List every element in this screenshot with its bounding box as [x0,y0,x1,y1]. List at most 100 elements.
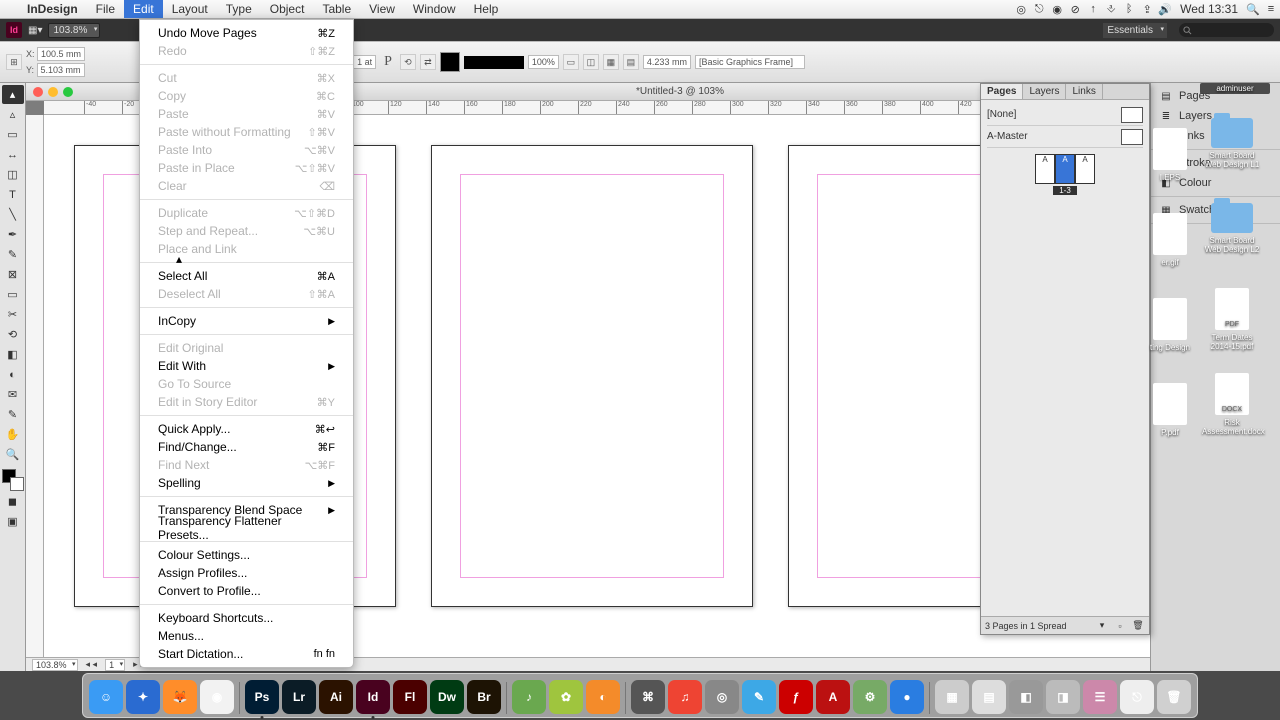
menu-item-quick-apply-[interactable]: Quick Apply...⌘↩ [140,420,353,438]
page-2[interactable] [431,145,753,607]
dock-app2[interactable]: ✿ [549,680,583,714]
gap-tool[interactable]: ↔ [2,145,24,164]
tool-icon[interactable]: ⇄ [420,54,436,70]
dock-ai[interactable]: Ai [319,680,353,714]
minimize-button[interactable] [48,87,58,97]
pencil-tool[interactable]: ✎ [2,245,24,264]
menu-window[interactable]: Window [404,0,465,18]
menu-item-convert-to-profile-[interactable]: Convert to Profile... [140,582,353,600]
y-field[interactable]: 5.103 mm [37,63,85,77]
tab-pages[interactable]: Pages [981,84,1023,99]
apply-color[interactable]: ◼ [2,492,24,511]
bridge-icon[interactable]: ▦▾ [28,25,42,36]
spread-thumbnail[interactable]: A A A [987,154,1143,184]
tool-icon[interactable]: ⟲ [400,54,416,70]
dock-safari[interactable]: ✦ [126,680,160,714]
gradient-feather-tool[interactable]: ◐ [2,365,24,384]
dock-app6[interactable]: ✎ [742,680,776,714]
page-thumb-3[interactable]: A [1075,154,1095,184]
menu-item-undo-move-pages[interactable]: Undo Move Pages⌘Z [140,24,353,42]
dock-trash[interactable]: 🗑 [1157,680,1191,714]
tool-icon[interactable]: ◫ [583,54,599,70]
dock-app10[interactable]: ▤ [972,680,1006,714]
panel-stroke[interactable]: ≡Stroke [1151,153,1280,173]
status-icon[interactable]: ↑ [1084,3,1102,15]
menu-item-select-all[interactable]: Select All⌘A [140,267,353,285]
pages-panel[interactable]: PagesLayersLinks [None]A-Master A A A 1-… [980,83,1150,635]
zoom-button[interactable] [63,87,73,97]
menu-edit[interactable]: Edit [124,0,163,18]
page-nav-prev[interactable]: ◂ ◂ [86,659,98,670]
panel-colour[interactable]: ◧Colour [1151,173,1280,193]
notification-icon[interactable]: ≡ [1262,3,1280,15]
status-icon[interactable]: ⎀ [1102,3,1120,16]
tab-links[interactable]: Links [1066,84,1102,99]
page-thumb-1[interactable]: A [1035,154,1055,184]
x-field[interactable]: 100.5 mm [37,47,85,61]
status-zoom[interactable]: 103.8% [32,659,78,671]
master-amaster[interactable]: A-Master [987,126,1143,148]
dock-app4[interactable]: ⌘ [631,680,665,714]
menu-view[interactable]: View [360,0,404,18]
dock-app1[interactable]: ♪ [512,680,546,714]
menu-type[interactable]: Type [217,0,261,18]
dock-flash[interactable]: ƒ [779,680,813,714]
pen-tool[interactable]: ✒ [2,225,24,244]
menu-table[interactable]: Table [313,0,360,18]
line-tool[interactable]: ╲ [2,205,24,224]
zoom-tool[interactable]: 🔍 [2,445,24,464]
dock-app8[interactable]: ● [890,680,924,714]
color-well[interactable] [2,469,24,491]
menu-help[interactable]: Help [465,0,508,18]
gradient-tool[interactable]: ◧ [2,345,24,364]
dock-lr[interactable]: Lr [282,680,316,714]
reference-point-icon[interactable]: ⊞ [6,54,22,70]
edit-page-size-icon[interactable]: ▾ [1095,619,1109,633]
vertical-ruler[interactable] [26,115,44,657]
menu-item-start-dictation-[interactable]: Start Dictation...fn fn [140,645,353,663]
dock-app7[interactable]: ⚙ [853,680,887,714]
menu-item-keyboard-shortcuts-[interactable]: Keyboard Shortcuts... [140,609,353,627]
page-at-field[interactable]: 1 at [353,55,376,69]
rectangle-frame-tool[interactable]: ⊠ [2,265,24,284]
spotlight-icon[interactable]: 🔍 [1244,3,1262,16]
app-name[interactable]: InDesign [18,2,87,16]
panel-links[interactable]: ⎘Links [1151,126,1280,146]
content-collector-tool[interactable]: ◫ [2,165,24,184]
selection-tool[interactable]: ▴ [2,85,24,104]
status-icon[interactable]: ⎋ [1030,3,1048,16]
status-icon[interactable]: ◉ [1048,3,1066,16]
menu-item-assign-profiles-[interactable]: Assign Profiles... [140,564,353,582]
fill-swatch[interactable] [440,52,460,72]
bluetooth-icon[interactable]: ᛒ [1120,3,1138,15]
menu-layout[interactable]: Layout [163,0,217,18]
note-tool[interactable]: ✉ [2,385,24,404]
dock-itunes[interactable]: ♫ [668,680,702,714]
zoom-level-field[interactable]: 103.8% [48,23,100,38]
stroke-mm[interactable]: 4.233 mm [643,55,691,69]
status-page[interactable]: 1 [105,659,125,671]
tool-icon[interactable]: ▤ [623,54,639,70]
menu-item-incopy[interactable]: InCopy▶ [140,312,353,330]
status-icon[interactable]: ◎ [1012,3,1030,16]
menu-item-find-change-[interactable]: Find/Change...⌘F [140,438,353,456]
screen-mode[interactable]: ▣ [2,512,24,531]
dock-app5[interactable]: ◎ [705,680,739,714]
panel-layers[interactable]: ≣Layers [1151,106,1280,126]
dock-app14[interactable]: ⎋ [1120,680,1154,714]
menu-item-spelling[interactable]: Spelling▶ [140,474,353,492]
object-style[interactable]: [Basic Graphics Frame] [695,55,805,69]
status-icon[interactable]: ⊘ [1066,3,1084,16]
free-transform-tool[interactable]: ⟲ [2,325,24,344]
paragraph-icon[interactable]: P [380,54,396,70]
dock-dw[interactable]: Dw [430,680,464,714]
menu-item-colour-settings-[interactable]: Colour Settings... [140,546,353,564]
menu-item-menus-[interactable]: Menus... [140,627,353,645]
hand-tool[interactable]: ✋ [2,425,24,444]
volume-icon[interactable]: 🔊 [1156,3,1174,16]
master-none[interactable]: [None] [987,104,1143,126]
delete-page-icon[interactable]: 🗑 [1131,619,1145,633]
dock-app12[interactable]: ◨ [1046,680,1080,714]
close-button[interactable] [33,87,43,97]
dock-id[interactable]: Id [356,680,390,714]
